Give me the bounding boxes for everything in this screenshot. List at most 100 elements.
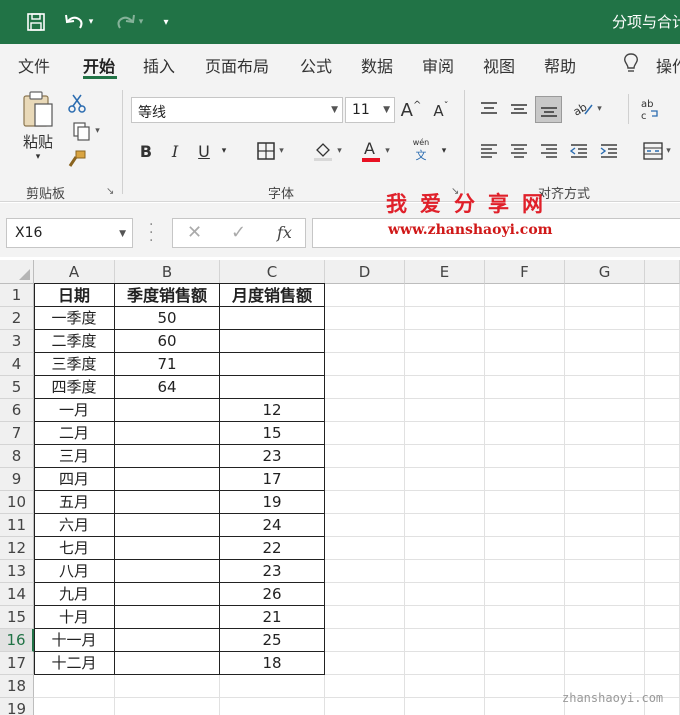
name-box[interactable]: X16 ▼: [6, 218, 133, 248]
cell-c7[interactable]: 15: [220, 422, 325, 445]
cell-b7[interactable]: [115, 422, 220, 445]
row-header-1[interactable]: 1: [0, 284, 34, 307]
tab-file[interactable]: 文件: [18, 53, 50, 77]
tab-page-layout[interactable]: 页面布局: [205, 53, 269, 77]
cell-c3[interactable]: [220, 330, 325, 353]
cell-g8[interactable]: [565, 445, 645, 468]
row-header-13[interactable]: 13: [0, 560, 34, 583]
cell-d3[interactable]: [325, 330, 405, 353]
cell-c9[interactable]: 17: [220, 468, 325, 491]
cell-f15[interactable]: [485, 606, 565, 629]
cell-a17[interactable]: 十二月: [34, 652, 115, 675]
cell-c1[interactable]: 月度销售额: [220, 284, 325, 307]
cell-b2[interactable]: 50: [115, 307, 220, 330]
cell-c13[interactable]: 23: [220, 560, 325, 583]
align-left-icon[interactable]: [478, 140, 500, 162]
column-header-g[interactable]: G: [565, 260, 645, 284]
cell-f4[interactable]: [485, 353, 565, 376]
column-header-d[interactable]: D: [325, 260, 405, 284]
cell-a16[interactable]: 十一月: [34, 629, 115, 652]
cell-d12[interactable]: [325, 537, 405, 560]
cell-d6[interactable]: [325, 399, 405, 422]
cell-f10[interactable]: [485, 491, 565, 514]
cell-g15[interactable]: [565, 606, 645, 629]
cell-b18[interactable]: [115, 675, 220, 698]
decrease-indent-icon[interactable]: [568, 140, 590, 162]
redo-icon[interactable]: ▾: [108, 10, 148, 34]
cell-e3[interactable]: [405, 330, 485, 353]
align-right-icon[interactable]: [538, 140, 560, 162]
insert-function-button[interactable]: fx: [277, 223, 292, 242]
align-middle-icon[interactable]: [508, 98, 530, 120]
cell-c15[interactable]: 21: [220, 606, 325, 629]
cell-g17[interactable]: [565, 652, 645, 675]
column-header-a[interactable]: A: [34, 260, 115, 284]
cell-e17[interactable]: [405, 652, 485, 675]
row-header-3[interactable]: 3: [0, 330, 34, 353]
cell-d2[interactable]: [325, 307, 405, 330]
cell-a7[interactable]: 二月: [34, 422, 115, 445]
increase-indent-icon[interactable]: [598, 140, 620, 162]
cell-c5[interactable]: [220, 376, 325, 399]
decrease-font-size-icon[interactable]: Aˇ: [430, 100, 452, 122]
phonetic-dropdown-icon[interactable]: ▾: [438, 144, 450, 158]
cell-f7[interactable]: [485, 422, 565, 445]
row-header-19[interactable]: 19: [0, 698, 34, 715]
cell-c18[interactable]: [220, 675, 325, 698]
cell-h14[interactable]: [645, 583, 680, 606]
cell-d14[interactable]: [325, 583, 405, 606]
cell-b9[interactable]: [115, 468, 220, 491]
cell-g1[interactable]: [565, 284, 645, 307]
column-header-partial[interactable]: [645, 260, 680, 284]
cell-e4[interactable]: [405, 353, 485, 376]
cell-g7[interactable]: [565, 422, 645, 445]
cancel-icon[interactable]: ✕: [187, 222, 202, 243]
cell-e2[interactable]: [405, 307, 485, 330]
tab-insert[interactable]: 插入: [143, 53, 175, 77]
cell-g13[interactable]: [565, 560, 645, 583]
cell-e8[interactable]: [405, 445, 485, 468]
cell-b3[interactable]: 60: [115, 330, 220, 353]
cell-f13[interactable]: [485, 560, 565, 583]
cell-h10[interactable]: [645, 491, 680, 514]
cell-e13[interactable]: [405, 560, 485, 583]
cell-b11[interactable]: [115, 514, 220, 537]
cell-h3[interactable]: [645, 330, 680, 353]
fill-color-icon[interactable]: ▾: [306, 138, 348, 164]
tell-me-search[interactable]: 操作: [656, 53, 680, 77]
cell-g16[interactable]: [565, 629, 645, 652]
cell-d15[interactable]: [325, 606, 405, 629]
align-top-icon[interactable]: [478, 98, 500, 120]
row-header-11[interactable]: 11: [0, 514, 34, 537]
bold-button[interactable]: B: [136, 139, 156, 163]
cell-h2[interactable]: [645, 307, 680, 330]
borders-icon[interactable]: ▾: [248, 139, 292, 163]
orientation-icon[interactable]: ab ▾: [568, 97, 606, 121]
cell-c17[interactable]: 18: [220, 652, 325, 675]
cell-g4[interactable]: [565, 353, 645, 376]
cell-f19[interactable]: [485, 698, 565, 715]
cell-a3[interactable]: 二季度: [34, 330, 115, 353]
cell-d13[interactable]: [325, 560, 405, 583]
tab-review[interactable]: 审阅: [422, 53, 454, 77]
format-painter-icon[interactable]: [66, 148, 88, 170]
cell-a8[interactable]: 三月: [34, 445, 115, 468]
cell-a11[interactable]: 六月: [34, 514, 115, 537]
cell-b19[interactable]: [115, 698, 220, 715]
cell-d1[interactable]: [325, 284, 405, 307]
paste-icon[interactable]: [20, 90, 56, 130]
cell-a6[interactable]: 一月: [34, 399, 115, 422]
cell-c16[interactable]: 25: [220, 629, 325, 652]
cell-c12[interactable]: 22: [220, 537, 325, 560]
cell-e15[interactable]: [405, 606, 485, 629]
align-bottom-icon[interactable]: [535, 96, 562, 123]
underline-button[interactable]: U: [194, 139, 214, 163]
underline-dropdown-icon[interactable]: ▾: [218, 144, 230, 158]
cell-c6[interactable]: 12: [220, 399, 325, 422]
increase-font-size-icon[interactable]: A ^: [400, 98, 422, 122]
cell-c14[interactable]: 26: [220, 583, 325, 606]
row-header-8[interactable]: 8: [0, 445, 34, 468]
cell-g10[interactable]: [565, 491, 645, 514]
cell-e18[interactable]: [405, 675, 485, 698]
cell-g11[interactable]: [565, 514, 645, 537]
